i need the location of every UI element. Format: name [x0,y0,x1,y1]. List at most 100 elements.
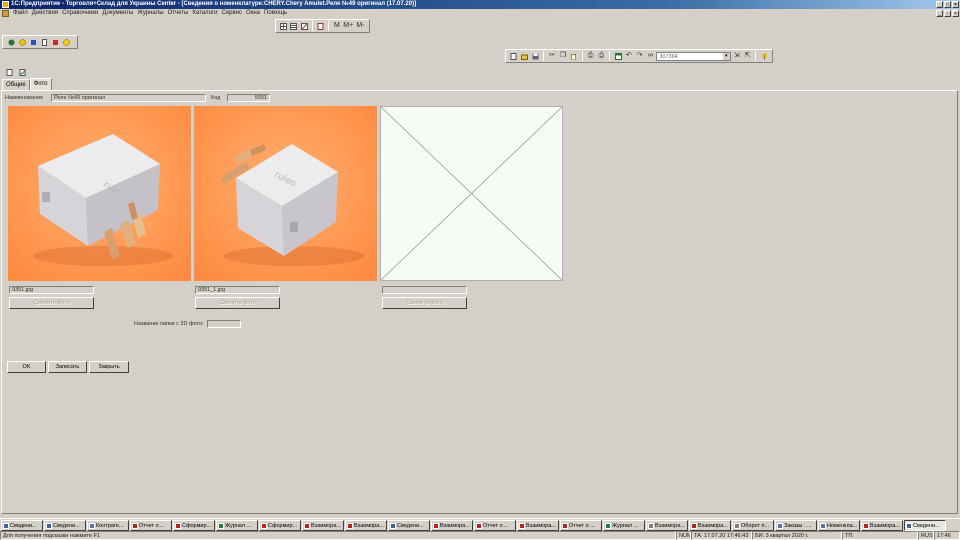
taskbar-item[interactable]: Взаимора... [689,520,731,531]
search-combo[interactable]: 307364 ▾ [656,51,731,61]
photo-2[interactable]: ruleo [194,106,377,281]
maximize-button[interactable]: □ [944,1,951,8]
save-icon[interactable] [531,51,541,61]
taskbar-item[interactable]: Сведени... [904,520,946,531]
change-photo-1-button[interactable]: Сменить Фото [9,297,94,309]
menu-catalogs[interactable]: Каталоги [190,9,219,18]
taskbar-item[interactable]: Отчет о ... [560,520,602,531]
memory-button[interactable]: M [332,21,341,31]
photo-1[interactable]: rueo [8,106,191,281]
save-button[interactable]: Записать [48,361,87,373]
ok-button[interactable]: OK [7,361,46,373]
mdi-restore-button[interactable]: ▫ [944,10,951,17]
taskbar-item[interactable]: Взаимора... [345,520,387,531]
find-prev-icon[interactable]: ⇱ [743,51,753,61]
menu-references[interactable]: Справочники [60,9,100,18]
folder-3d-field[interactable] [207,320,241,328]
print-preview-icon[interactable]: ⎙ [586,51,596,61]
taskbar-item[interactable]: Отчет о ... [474,520,516,531]
close-form-button[interactable]: Закрыть [89,361,129,373]
copy-icon[interactable]: ❐ [558,51,568,61]
undo-icon[interactable]: ↶ [624,51,634,61]
taskbar-item[interactable]: Сведени... [388,520,430,531]
menu-help[interactable]: Помощь [262,9,289,18]
calculator-icon[interactable] [61,37,71,47]
memory-plus-button[interactable]: M+ [343,21,354,31]
document-menu-icon[interactable] [2,10,9,17]
taskbar-item-label: Взаимора... [698,522,728,529]
taskbar-item-label: Взаимора... [526,522,556,529]
taskbar-item-label: Сформир... [268,522,298,529]
tab-general[interactable]: Общие [2,79,30,90]
doc-icon [648,522,654,529]
taskbar-item[interactable]: Сформир... [173,520,215,531]
smile-icon[interactable] [17,37,27,47]
taskbar-item[interactable]: Заказы : ... [775,520,817,531]
menu-file[interactable]: Файл [11,9,30,18]
photo-3-placeholder[interactable] [380,106,563,281]
menu-windows[interactable]: Окна [244,9,262,18]
refresh-icon[interactable] [6,37,16,47]
photo-3-filename[interactable] [382,286,467,294]
menu-service[interactable]: Сервис [220,9,245,18]
taskbar-item[interactable]: Отчет о ... [130,520,172,531]
taskbar-item[interactable]: Номенкла... [818,520,860,531]
taskbar-item-label: Номенкла... [827,522,858,529]
taskbar-item[interactable]: Оборот п... [732,520,774,531]
menu-documents[interactable]: Документы [100,9,135,18]
taskbar-item[interactable]: Сформир... [259,520,301,531]
taskbar-item[interactable]: Взаимора... [302,520,344,531]
journal-icon [218,522,224,529]
cut-icon[interactable]: ✂ [547,51,557,61]
report-icon [691,522,697,529]
menu-bar: Файл Действия Справочники Документы Журн… [0,9,960,18]
binoculars-icon[interactable]: ∞ [646,51,656,61]
report-icon [562,522,568,529]
title-bar[interactable]: 1С:Предприятие - Торговля+Склад для Укра… [0,0,960,9]
memory-minus-button[interactable]: M- [355,21,366,31]
edit-text-icon[interactable] [300,21,309,31]
mdi-close-button[interactable]: × [952,10,959,17]
taskbar-item[interactable]: Контраге... [87,520,129,531]
menu-reports[interactable]: Отчеты [166,9,191,18]
photo-2-filename[interactable]: 9351_1.jpg [195,286,280,294]
menu-journals[interactable]: Журналы [135,9,165,18]
form-page-icon[interactable] [4,67,14,77]
window-title: 1С:Предприятие - Торговля+Склад для Укра… [11,1,417,7]
standard-toolbar: ✂ ❐ ⎙ ⎙ ↶ ↷ ∞ 307364 ▾ ⇲ ⇱ [505,49,773,63]
taskbar-item[interactable]: Взаимора... [431,520,473,531]
page-icon[interactable] [39,37,49,47]
print-icon[interactable]: ⎙ [596,51,606,61]
find-next-icon[interactable]: ⇲ [732,51,742,61]
document-icon[interactable] [316,21,325,31]
taskbar-item[interactable]: Журнал ... [603,520,645,531]
grid-icon[interactable] [289,21,298,31]
open-folder-icon[interactable] [520,51,530,61]
table-icon[interactable] [279,21,288,31]
minimize-button[interactable]: _ [936,1,943,8]
tab-photo[interactable]: Фото [29,78,52,90]
chevron-down-icon[interactable]: ▾ [722,52,730,60]
calendar-icon[interactable] [613,51,623,61]
change-photo-3-button[interactable]: Сменить Фото [382,297,467,309]
taskbar-item[interactable]: Взаимора... [646,520,688,531]
code-field[interactable]: 9351 [227,94,270,102]
tools-icon[interactable] [50,37,60,47]
taskbar-item[interactable]: Сведени... [1,520,43,531]
change-photo-2-button[interactable]: Сменить Фото [195,297,280,309]
cube-icon[interactable] [28,37,38,47]
taskbar-item[interactable]: Сведени... [44,520,86,531]
taskbar-item[interactable]: Взаимора... [861,520,903,531]
name-field[interactable]: Реле №49 оригинал [51,94,206,102]
help-icon[interactable] [759,51,769,61]
mdi-minimize-button[interactable]: _ [936,10,943,17]
taskbar-item[interactable]: Журнал ... [216,520,258,531]
taskbar-item[interactable]: Взаимора... [517,520,559,531]
form-check-icon[interactable] [17,67,27,77]
paste-icon[interactable] [569,51,579,61]
redo-icon[interactable]: ↷ [635,51,645,61]
close-button[interactable]: × [952,1,959,8]
new-icon[interactable] [509,51,519,61]
menu-actions[interactable]: Действия [30,9,60,18]
photo-1-filename[interactable]: 9351.jpg [9,286,94,294]
